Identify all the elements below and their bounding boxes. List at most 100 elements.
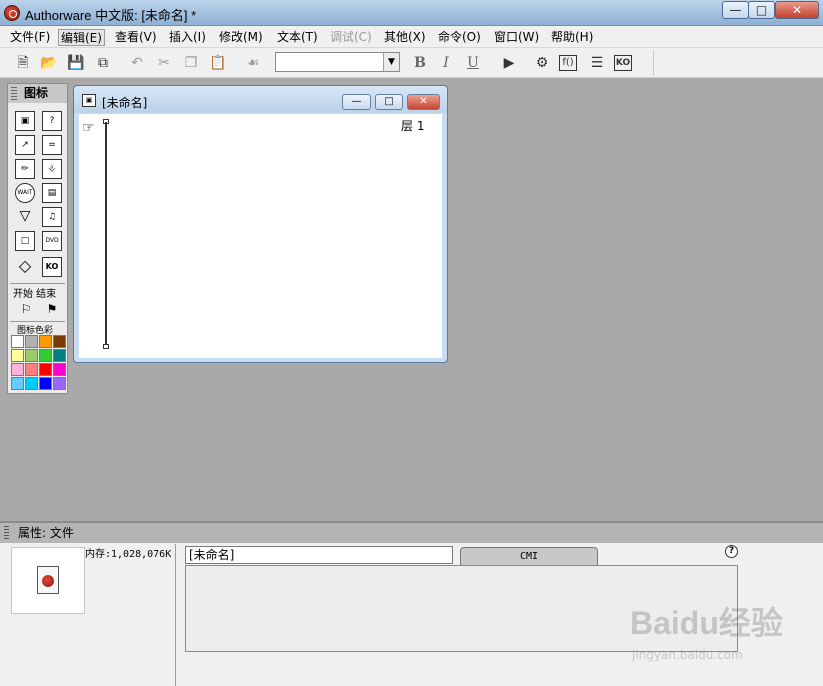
interaction-icon[interactable]: ✏ [15, 159, 35, 179]
flowline-canvas[interactable]: ☞ 层 1 [79, 114, 442, 358]
maximize-button[interactable]: □ [748, 1, 775, 19]
watermark-logo: Baidu经验 [630, 605, 783, 641]
save-all-icon[interactable]: 💾 [66, 53, 86, 73]
ko-icon[interactable]: KO [42, 257, 62, 277]
close-button[interactable]: ✕ [775, 1, 819, 19]
design-window-title: [未命名] [102, 96, 148, 110]
copy-icon[interactable]: ❐ [181, 53, 201, 73]
color-swatch[interactable] [53, 363, 66, 376]
motion-icon[interactable]: ↗ [15, 135, 35, 155]
color-swatch[interactable] [53, 377, 66, 390]
color-swatch[interactable] [25, 349, 38, 362]
wait-icon[interactable]: WAIT [15, 183, 35, 203]
watermark-url: jingyan.baidu.com [632, 648, 743, 662]
menu-other[interactable]: 其他(X) [382, 29, 428, 46]
decision-icon[interactable]: ? [42, 111, 62, 131]
help-icon[interactable]: ? [725, 545, 738, 558]
new-file-icon[interactable]: 🗎 [13, 53, 33, 73]
tab-cmi[interactable]: CMI [460, 547, 598, 565]
display-icon[interactable]: ▣ [15, 111, 35, 131]
calculation-icon[interactable]: ⎀ [42, 159, 62, 179]
color-swatch[interactable] [39, 363, 52, 376]
menu-file[interactable]: 文件(F) [8, 29, 52, 46]
dvd-icon[interactable]: DVD [42, 231, 62, 251]
find-icon[interactable]: ☙ [243, 53, 263, 73]
design-window-title-bar[interactable]: ▣ [未命名] — □ ✕ [74, 86, 447, 113]
palette-divider [10, 321, 65, 322]
minimize-button[interactable]: — [722, 1, 749, 19]
menu-edit[interactable]: 编辑(E) [58, 29, 105, 46]
color-swatch[interactable] [39, 335, 52, 348]
app-title-bar: Authorware 中文版: [未命名] * — □ ✕ [0, 0, 823, 26]
functions-icon[interactable]: f() [559, 55, 577, 71]
toolbar: 🗎 📂 💾 ⧉ ↶ ✂ ❐ 📋 ☙ ▼ B I U ▶ ⚙ f() ☰ KO [0, 48, 823, 78]
menu-window[interactable]: 窗口(W) [492, 29, 541, 46]
undo-icon[interactable]: ↶ [127, 53, 147, 73]
underline-button[interactable]: U [463, 53, 483, 73]
menu-help[interactable]: 帮助(H) [549, 29, 595, 46]
window-title: Authorware 中文版: [未命名] * [25, 8, 197, 23]
color-swatch[interactable] [25, 363, 38, 376]
chevron-down-icon[interactable]: ▼ [383, 53, 399, 71]
paste-icon[interactable]: 📋 [208, 53, 228, 73]
design-close-button[interactable]: ✕ [407, 94, 440, 110]
variables-icon[interactable]: ☰ [587, 53, 607, 73]
memory-label: 内存:1,028,076K [85, 549, 172, 560]
color-swatch[interactable] [11, 349, 24, 362]
paste-hand-icon: ☞ [82, 120, 95, 136]
knowledge-objects-icon[interactable]: KO [614, 55, 632, 71]
color-swatch[interactable] [11, 335, 24, 348]
sound-icon[interactable]: ♫ [42, 207, 62, 227]
menu-modify[interactable]: 修改(M) [217, 29, 265, 46]
end-flag-icon[interactable]: ⚑ [42, 300, 62, 320]
design-minimize-button[interactable]: — [342, 94, 371, 110]
color-swatch[interactable] [11, 363, 24, 376]
file-icon [37, 566, 59, 594]
start-end-label: 开始 结束 [13, 289, 57, 300]
color-swatch[interactable] [39, 349, 52, 362]
navigate-icon[interactable]: ▽ [15, 207, 35, 227]
import-icon[interactable]: ⧉ [93, 53, 113, 73]
color-swatch[interactable] [53, 349, 66, 362]
color-swatch[interactable] [11, 377, 24, 390]
color-swatch[interactable] [25, 377, 38, 390]
italic-button[interactable]: I [436, 53, 456, 73]
menu-commands[interactable]: 命令(O) [436, 29, 483, 46]
control-panel-icon[interactable]: ⚙ [532, 53, 552, 73]
open-folder-icon[interactable]: 📂 [39, 53, 59, 73]
properties-header[interactable]: 属性: 文件 [0, 523, 823, 543]
palette-header[interactable]: 图标 [8, 84, 67, 103]
design-window: ▣ [未命名] — □ ✕ ☞ 层 1 [73, 85, 448, 363]
digital-movie-icon[interactable]: □ [15, 231, 35, 251]
drag-grip-icon[interactable] [11, 87, 17, 100]
menu-view[interactable]: 查看(V) [113, 29, 159, 46]
restart-icon[interactable]: ▶ [499, 53, 519, 73]
toolbar-divider [653, 50, 654, 76]
erase-icon[interactable]: = [42, 135, 62, 155]
flowline-end-cap [103, 344, 109, 349]
map-icon[interactable]: ◇ [15, 257, 35, 277]
cut-icon[interactable]: ✂ [154, 53, 174, 73]
design-maximize-button[interactable]: □ [375, 94, 403, 110]
palette-divider [10, 283, 65, 284]
bold-button[interactable]: B [410, 53, 430, 73]
menu-insert[interactable]: 插入(I) [167, 29, 208, 46]
menu-text[interactable]: 文本(T) [275, 29, 320, 46]
color-swatch[interactable] [39, 377, 52, 390]
properties-divider [175, 544, 176, 686]
framework-icon[interactable]: ▤ [42, 183, 62, 203]
icon-palette: 图标 ▣ ? ↗ = ✏ ⎀ WAIT ▤ ▽ ♫ □ DVD ◇ KO 开始 … [7, 83, 68, 394]
font-combo[interactable]: ▼ [275, 52, 400, 72]
flowline-window-icon: ▣ [82, 94, 96, 107]
flowline[interactable] [105, 122, 107, 348]
palette-title: 图标 [24, 86, 49, 100]
file-thumbnail [11, 547, 85, 614]
start-flag-icon[interactable]: ⚐ [16, 300, 36, 320]
menu-debug[interactable]: 调试(C) [328, 29, 374, 46]
color-swatch[interactable] [25, 335, 38, 348]
color-swatch[interactable] [53, 335, 66, 348]
watermark: Baidu经验 jingyan.baidu.com [630, 590, 790, 670]
file-name-field[interactable]: [未命名] [185, 546, 453, 564]
app-logo-icon [4, 5, 20, 21]
menu-bar: 文件(F) 编辑(E) 查看(V) 插入(I) 修改(M) 文本(T) 调试(C… [0, 26, 823, 48]
